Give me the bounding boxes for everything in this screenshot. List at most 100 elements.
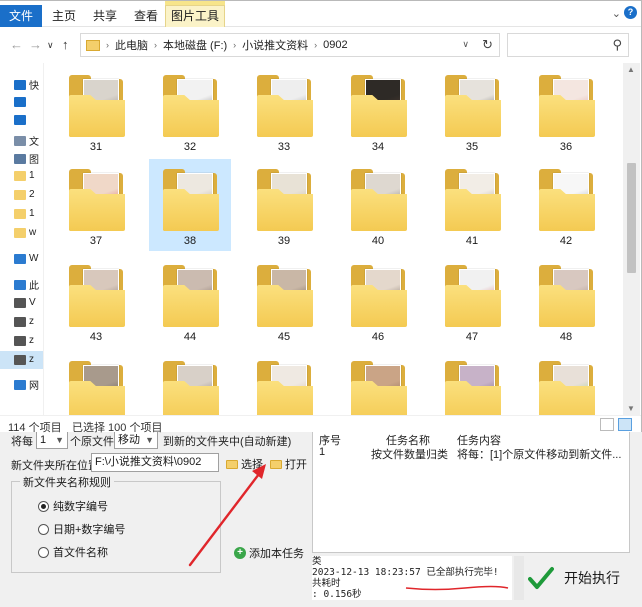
forward-arrow-icon[interactable]: → xyxy=(29,37,42,52)
chevron-right-icon: › xyxy=(233,40,237,50)
open-button[interactable]: 打开 xyxy=(270,456,307,472)
drive-icon xyxy=(14,297,26,308)
navpane-item-label: 文 xyxy=(29,137,39,148)
navpane-item[interactable]: 1 xyxy=(14,208,35,219)
navpane-item[interactable]: 快 xyxy=(14,77,39,92)
folder-icon xyxy=(14,170,26,181)
navpane-item[interactable]: z xyxy=(14,354,34,365)
folder-item[interactable]: 32 xyxy=(149,65,231,157)
files-label: 个原文件 xyxy=(70,436,114,448)
folder-name: 41 xyxy=(465,235,479,247)
folder-item[interactable]: 48 xyxy=(525,255,607,347)
tab-home[interactable]: 主页 xyxy=(52,7,76,24)
folder-item[interactable] xyxy=(525,351,607,415)
folder-icon xyxy=(539,169,595,231)
choose-button[interactable]: 选择 xyxy=(226,456,263,472)
folder-item[interactable]: 37 xyxy=(55,159,137,251)
navpane-item-label: W xyxy=(29,253,39,264)
start-button-label: 开始执行 xyxy=(564,570,620,586)
rule-option-date[interactable]: 日期+数字编号 xyxy=(38,521,125,537)
navpane-item[interactable]: 1 xyxy=(14,170,35,181)
navpane-item[interactable]: W xyxy=(14,253,38,264)
folder-item[interactable] xyxy=(55,351,137,415)
desktop-icon xyxy=(14,97,26,107)
navpane-item[interactable] xyxy=(14,97,29,107)
navpane-item[interactable]: 此 xyxy=(14,277,39,292)
chevron-down-icon[interactable]: ⌄ xyxy=(612,7,621,20)
breadcrumb-current[interactable]: 0902 xyxy=(323,39,347,51)
folder-item[interactable] xyxy=(337,351,419,415)
folder-item[interactable]: 35 xyxy=(431,65,513,157)
folder-name: 39 xyxy=(277,235,291,247)
folder-icon xyxy=(445,75,501,137)
folder-name: 36 xyxy=(559,141,573,153)
rule-option-numbers[interactable]: 纯数字编号 xyxy=(38,498,108,514)
navpane-item[interactable] xyxy=(14,115,29,125)
folder-item[interactable] xyxy=(149,351,231,415)
scrollbar-thumb[interactable] xyxy=(627,163,636,273)
folder-item[interactable]: 34 xyxy=(337,65,419,157)
navpane-item[interactable]: V xyxy=(14,297,36,308)
tab-picture-tools[interactable]: 图片工具 xyxy=(165,5,225,27)
folder-icon xyxy=(539,361,595,415)
details-view-icon[interactable] xyxy=(600,418,614,431)
folder-icon xyxy=(351,361,407,415)
navpane-item[interactable]: 文 xyxy=(14,133,39,148)
folder-name: 43 xyxy=(89,331,103,343)
scroll-down-icon[interactable]: ▼ xyxy=(627,404,635,413)
breadcrumb-folder[interactable]: 小说推文资料 xyxy=(242,37,308,53)
folder-item[interactable]: 39 xyxy=(243,159,325,251)
breadcrumb-drive[interactable]: 本地磁盘 (F:) xyxy=(163,37,227,53)
folder-item[interactable]: 46 xyxy=(337,255,419,347)
navpane-item[interactable]: w xyxy=(14,227,36,238)
breadcrumb-this-pc[interactable]: 此电脑 xyxy=(115,37,148,53)
tab-share[interactable]: 共享 xyxy=(93,7,117,24)
recent-dropdown-icon[interactable]: ∨ xyxy=(47,40,54,51)
navpane-item[interactable]: 图 xyxy=(14,151,39,166)
red-underline-annotation xyxy=(405,585,509,591)
large-icons-view-icon[interactable] xyxy=(618,418,632,431)
add-task-button[interactable]: + 添加本任务 xyxy=(234,545,304,561)
folder-item[interactable] xyxy=(431,351,513,415)
folder-item[interactable] xyxy=(243,351,325,415)
folder-item[interactable]: 42 xyxy=(525,159,607,251)
navpane-item-label: 1 xyxy=(29,208,35,219)
rule-option-first-file[interactable]: 首文件名称 xyxy=(38,544,108,560)
help-icon[interactable]: ? xyxy=(624,6,637,19)
navpane-item[interactable]: z xyxy=(14,335,34,346)
tab-file[interactable]: 文件 xyxy=(0,5,42,27)
folder-name: 46 xyxy=(371,331,385,343)
folder-icon xyxy=(445,169,501,231)
vertical-scrollbar[interactable]: ▲ ▼ xyxy=(623,63,640,415)
folder-name: 38 xyxy=(183,235,197,247)
back-arrow-icon[interactable]: ← xyxy=(10,37,23,52)
scroll-up-icon[interactable]: ▲ xyxy=(627,65,635,74)
folder-item[interactable]: 36 xyxy=(525,65,607,157)
navpane-item-label: 图 xyxy=(29,155,39,166)
folder-item[interactable]: 31 xyxy=(55,65,137,157)
folder-item[interactable]: 45 xyxy=(243,255,325,347)
address-bar[interactable]: › 此电脑 › 本地磁盘 (F:) › 小说推文资料 › 0902 ∨ ↻ xyxy=(80,33,500,57)
folder-item[interactable]: 33 xyxy=(243,65,325,157)
folder-item[interactable]: 44 xyxy=(149,255,231,347)
tab-view[interactable]: 查看 xyxy=(134,7,158,24)
folder-item[interactable]: 38 xyxy=(149,159,231,251)
folder-item[interactable]: 40 xyxy=(337,159,419,251)
search-input[interactable]: ⚲ xyxy=(507,33,629,57)
start-button[interactable]: 开始执行 xyxy=(528,558,632,598)
refresh-icon[interactable]: ↻ xyxy=(482,37,493,53)
chevron-down-icon[interactable]: ∨ xyxy=(462,39,469,50)
task-table: 序号 任务名称 任务内容 1 按文件数量归类 将每：[1]个原文件移动到新文件.… xyxy=(312,431,630,553)
location-input[interactable]: F:\小说推文资料\0902 xyxy=(91,453,219,472)
folder-item[interactable]: 47 xyxy=(431,255,513,347)
navpane-item[interactable]: 2 xyxy=(14,189,35,200)
navpane-item[interactable]: z xyxy=(14,316,34,327)
checkmark-icon xyxy=(528,567,554,589)
folder-name: 33 xyxy=(277,141,291,153)
folder-item[interactable]: 43 xyxy=(55,255,137,347)
log-scrollbar[interactable] xyxy=(514,556,524,600)
up-arrow-icon[interactable]: ↑ xyxy=(62,37,69,52)
folder-item[interactable]: 41 xyxy=(431,159,513,251)
log-line: 类 xyxy=(312,556,322,567)
navpane-item[interactable]: 网 xyxy=(14,377,39,392)
